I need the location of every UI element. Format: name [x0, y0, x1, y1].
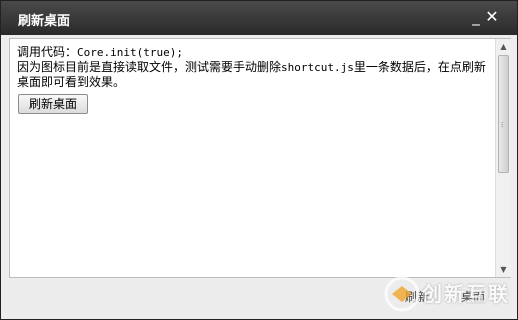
code-label: 调用代码： [17, 45, 78, 59]
watermark-text: 创新互联 [422, 282, 510, 306]
content-area: 调用代码：Core.init(true); 因为图标目前是直接读取文件，测试需要… [9, 38, 511, 278]
watermark-logo-icon [384, 276, 420, 312]
scroll-up-arrow-icon[interactable]: ▲ [496, 39, 511, 54]
grip-icon: --- [501, 119, 504, 131]
description-text: 调用代码：Core.init(true); 因为图标目前是直接读取文件，测试需要… [17, 45, 492, 90]
window-title: 刷新桌面 [18, 14, 71, 29]
refresh-desktop-button[interactable]: 刷新桌面 [18, 94, 88, 114]
instruction-text: 因为图标目前是直接读取文件，测试需要手动删除 [17, 60, 282, 74]
title-bar[interactable]: 刷新桌面 _ ✕ [1, 1, 517, 35]
vertical-scrollbar[interactable]: ▲ --- ▼ [495, 39, 511, 277]
file-name: shortcut.js [281, 61, 354, 74]
code-snippet: Core.init(true); [77, 46, 183, 59]
watermark: 创新互联 [382, 272, 514, 316]
close-button[interactable]: ✕ [483, 7, 501, 27]
scrollbar-thumb[interactable]: --- [498, 55, 509, 173]
